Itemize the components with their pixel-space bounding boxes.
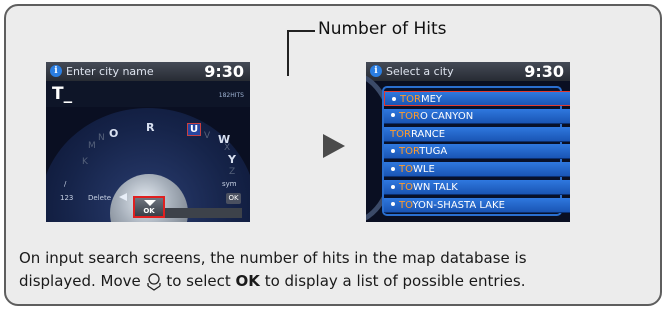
dial-letter[interactable]: K — [82, 157, 88, 167]
city-name-rest: WN TALK — [412, 182, 458, 193]
city-list-item[interactable]: TORRANCE — [384, 126, 570, 142]
info-icon: i — [370, 65, 382, 77]
callout-line — [287, 30, 315, 32]
caption-text: to display a list of possible entries. — [264, 272, 526, 290]
dial-letter[interactable]: Y — [228, 153, 236, 166]
clock: 9:30 — [524, 62, 564, 81]
dial-letter[interactable]: Z — [229, 167, 235, 177]
hits-count: 182HITS — [218, 92, 244, 99]
screen-title: Select a city — [386, 65, 454, 78]
screen-title-bar: i Select a city 9:30 — [366, 62, 570, 81]
city-name-rest: WLE — [412, 164, 435, 176]
dial-letter[interactable]: O — [109, 127, 118, 140]
numeric-key[interactable]: 123 — [60, 194, 73, 202]
dial-letter[interactable]: R — [146, 121, 154, 134]
bullet-icon — [391, 148, 395, 153]
entry-text: T_ — [52, 84, 73, 104]
select-city-screen: i Select a city 9:30 TORMEY TORO CANYON TO… — [366, 62, 570, 222]
interface-dial-icon — [146, 272, 161, 291]
city-list-item[interactable]: TOWN TALK — [384, 180, 570, 195]
dial-letter[interactable]: X — [224, 143, 230, 153]
slash-key[interactable]: / — [64, 180, 66, 188]
matched-prefix: TOR — [399, 146, 420, 158]
screen-title: Enter city name — [66, 65, 154, 78]
enter-city-screen: i Enter city name 9:30 T_ 182HITS K M N … — [46, 62, 250, 222]
ok-label: OK — [143, 207, 155, 215]
caption-text: displayed. Move — [19, 272, 141, 290]
selected-letter[interactable]: U — [187, 123, 202, 136]
matched-prefix: TO — [399, 164, 413, 176]
info-icon: i — [50, 65, 62, 77]
caption-text: to select — [166, 272, 231, 290]
city-name-rest: TUGA — [419, 146, 448, 158]
dial-letter[interactable]: V — [204, 131, 210, 141]
delete-arrow-icon — [119, 193, 127, 201]
down-triangle-icon — [144, 200, 156, 206]
matched-prefix: TOR — [399, 110, 420, 122]
delete-button[interactable]: Delete — [88, 194, 111, 202]
right-arrow-icon — [323, 134, 345, 158]
callout-line-vertical — [287, 30, 289, 76]
clock: 9:30 — [204, 62, 244, 81]
ok-button-highlighted[interactable]: OK — [133, 196, 165, 218]
bullet-icon — [392, 96, 396, 101]
city-name-rest: O CANYON — [419, 110, 474, 122]
callout-label: Number of Hits — [318, 19, 447, 39]
ok-term: OK — [235, 272, 260, 290]
ok-key[interactable]: OK — [226, 193, 241, 204]
screen-title-bar: i Enter city name 9:30 — [46, 62, 250, 81]
city-list-item[interactable]: TOWLE — [384, 162, 570, 178]
city-list-item[interactable]: TORTUGA — [384, 144, 570, 160]
city-list-item[interactable]: TORO CANYON — [384, 108, 570, 124]
city-name-rest: YON-SHASTA LAKE — [412, 199, 505, 211]
dial-letter[interactable]: N — [98, 133, 105, 143]
bullet-icon — [391, 184, 395, 189]
matched-prefix: TOR — [390, 128, 411, 140]
city-name-rest: MEY — [420, 94, 442, 105]
bullet-icon — [391, 166, 395, 171]
caption: On input search screens, the number of h… — [19, 247, 527, 293]
matched-prefix: TO — [399, 199, 413, 211]
city-list-item[interactable]: TOYON-SHASTA LAKE — [384, 197, 570, 213]
caption-line-2: displayed. Move to select OK to display … — [19, 270, 527, 293]
dial-letter[interactable]: M — [88, 141, 96, 151]
city-list-item[interactable]: TORMEY — [384, 91, 570, 106]
bullet-icon — [391, 113, 395, 118]
matched-prefix: TOR — [400, 94, 421, 105]
matched-prefix: TO — [399, 182, 413, 193]
symbol-key[interactable]: sym — [222, 180, 237, 188]
bullet-icon — [391, 202, 395, 207]
city-name-rest: RANCE — [410, 128, 446, 140]
caption-line-1: On input search screens, the number of h… — [19, 249, 527, 267]
